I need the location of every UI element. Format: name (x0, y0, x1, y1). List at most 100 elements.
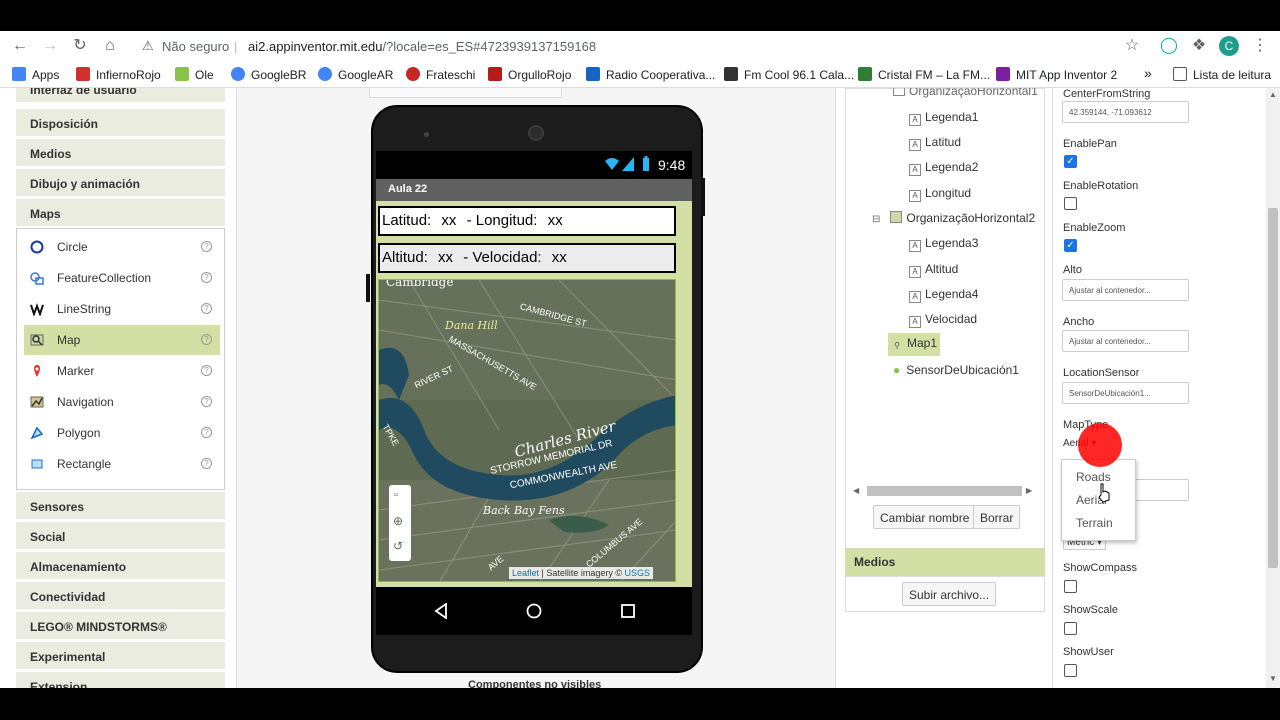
bookmark-mit-app-inventor[interactable]: MIT App Inventor 2 (996, 67, 1117, 82)
upload-file-button[interactable]: Subir archivo... (902, 582, 997, 606)
ancho-input[interactable]: Ajustar al contenedor... (1062, 330, 1189, 352)
component-marker[interactable]: Marker ? (24, 356, 220, 386)
scroll-down-icon[interactable]: ▼ (1269, 674, 1277, 683)
help-icon[interactable]: ? (201, 241, 212, 252)
scroll-up-icon[interactable]: ▲ (1269, 90, 1277, 99)
crosshair-icon[interactable]: ⊕ (393, 514, 403, 528)
help-icon[interactable]: ? (201, 427, 212, 438)
horizontal-arrangement-1[interactable]: Latitud: xx - Longitud: xx (378, 206, 676, 236)
category-maps[interactable]: Maps (16, 198, 225, 226)
help-icon[interactable]: ? (201, 334, 212, 345)
forward-arrow-icon[interactable]: → (40, 36, 60, 56)
profile-avatar[interactable]: C (1219, 36, 1239, 56)
lock-icon[interactable]: ▫ (394, 489, 398, 501)
menu-dots-icon[interactable]: ⋮ (1250, 36, 1270, 56)
bookmark-ole[interactable]: Ole (175, 67, 214, 82)
scroll-left-icon[interactable]: ◀ (853, 486, 859, 495)
bookmark-cristal-fm[interactable]: Cristal FM – La FM... (858, 67, 990, 82)
page-scrollbar[interactable]: ▲ ▼ (1266, 88, 1280, 688)
category-social[interactable]: Social (16, 521, 225, 549)
satellite-map-image (379, 280, 675, 581)
tree-legenda1[interactable]: A Legenda1 (909, 110, 978, 126)
usgs-link[interactable]: USGS (625, 568, 651, 578)
bookmark-frateschi[interactable]: Frateschi (406, 67, 475, 82)
bookmark-fm-cool[interactable]: Fm Cool 96.1 Cala... (724, 67, 854, 82)
delete-button[interactable]: Borrar (973, 505, 1021, 529)
category-conectividad[interactable]: Conectividad (16, 581, 225, 609)
bookmark-star-icon[interactable]: ☆ (1122, 36, 1142, 56)
enable-zoom-checkbox[interactable]: ✓ (1064, 239, 1077, 252)
bookmark-googlebr[interactable]: GoogleBR (231, 67, 306, 82)
shield-extension-icon[interactable]: ◯ (1159, 36, 1179, 56)
back-arrow-icon[interactable]: ← (10, 36, 30, 56)
option-terrain[interactable]: Terrain (1076, 516, 1113, 530)
bookmark-orgullorojo[interactable]: OrgulloRojo (488, 67, 571, 82)
address-bar[interactable]: ⚠ Não seguro | ai2.appinventor.mit.edu/?… (138, 36, 1148, 58)
tree-altitud[interactable]: A Altitud (909, 262, 958, 278)
bookmark-apps[interactable]: Apps (12, 67, 59, 82)
tree-map1[interactable]: ⚲ Map1 (888, 333, 941, 356)
category-interfaz[interactable]: Interfaz de usuario (16, 88, 225, 102)
category-experimental[interactable]: Experimental (16, 641, 225, 669)
leaflet-link[interactable]: Leaflet (512, 568, 539, 578)
scroll-thumb[interactable] (1268, 208, 1278, 568)
component-navigation[interactable]: Navigation ? (24, 387, 220, 417)
component-linestring[interactable]: LineString ? (24, 294, 220, 324)
component-map[interactable]: Map ? (24, 325, 220, 355)
help-icon[interactable]: ? (201, 365, 212, 376)
option-roads[interactable]: Roads (1076, 470, 1111, 484)
home-icon[interactable]: ⌂ (100, 36, 120, 56)
bookmark-googlear[interactable]: GoogleAR (318, 67, 393, 82)
bookmark-infiernorojo[interactable]: InfiernoRojo (76, 67, 161, 82)
reset-rotation-icon[interactable]: ↺ (393, 539, 403, 553)
center-from-string-input[interactable]: 42.359144, -71.093612 (1062, 101, 1189, 123)
reading-list[interactable]: Lista de leitura (1173, 67, 1271, 82)
help-icon[interactable]: ? (201, 272, 212, 283)
component-rectangle[interactable]: Rectangle ? (24, 449, 220, 479)
scroll-right-icon[interactable]: ▶ (1026, 486, 1032, 495)
tree-sensor[interactable]: ● SensorDeUbicación1 (893, 363, 1019, 377)
alto-input[interactable]: Ajustar al contenedor... (1062, 279, 1189, 301)
category-lego[interactable]: LEGO® MINDSTORMS® (16, 611, 225, 639)
map-component[interactable]: Cambridge Dana Hill CAMBRIDGE ST MASSACH… (378, 279, 676, 582)
bookmarks-overflow[interactable]: » (1144, 65, 1152, 81)
category-extension[interactable]: Extension (16, 671, 225, 688)
extensions-puzzle-icon[interactable]: ❖ (1189, 36, 1209, 56)
category-disposicion[interactable]: Disposición (16, 108, 225, 136)
horizontal-arrangement-2[interactable]: Altitud: xx - Velocidad: xx (378, 243, 676, 273)
home-circle-icon[interactable] (526, 603, 542, 619)
tree-legenda3[interactable]: A Legenda3 (909, 236, 978, 252)
help-icon[interactable]: ? (201, 303, 212, 314)
recents-square-icon[interactable] (620, 603, 636, 619)
show-scale-checkbox[interactable] (1064, 622, 1077, 635)
help-icon[interactable]: ? (201, 458, 212, 469)
tree-longitud[interactable]: A Longitud (909, 186, 971, 202)
show-user-checkbox[interactable] (1064, 664, 1077, 677)
location-sensor-input[interactable]: SensorDeUbicación1... (1062, 382, 1189, 404)
component-polygon[interactable]: Polygon ? (24, 418, 220, 448)
category-medios[interactable]: Medios (16, 138, 225, 166)
tree-org2[interactable]: ⊟ OrganizaçãoHorizontal2 (872, 211, 1035, 225)
tree-legenda4[interactable]: A Legenda4 (909, 287, 978, 303)
category-dibujo[interactable]: Dibujo y animación (16, 168, 225, 196)
scroll-thumb[interactable] (867, 486, 1022, 496)
back-triangle-icon[interactable] (434, 603, 448, 619)
tree-legenda2[interactable]: A Legenda2 (909, 160, 978, 176)
reload-icon[interactable]: ↻ (70, 36, 90, 56)
category-almacenamiento[interactable]: Almacenamiento (16, 551, 225, 579)
rename-button[interactable]: Cambiar nombre (873, 505, 977, 529)
tree-velocidad[interactable]: A Velocidad (909, 312, 977, 328)
help-icon[interactable]: ? (201, 396, 212, 407)
category-sensores[interactable]: Sensores (16, 491, 225, 519)
tree-org1[interactable]: OrganizaçãoHorizontal1 (893, 88, 1038, 98)
bookmark-radio-cooperativa[interactable]: Radio Cooperativa... (586, 67, 715, 82)
label-icon: A (909, 190, 921, 202)
show-compass-checkbox[interactable] (1064, 580, 1077, 593)
tree-horizontal-scrollbar[interactable]: ◀ ▶ (853, 486, 1033, 496)
component-featurecollection[interactable]: FeatureCollection ? (24, 263, 220, 293)
component-circle[interactable]: Circle ? (24, 232, 220, 262)
enable-rotation-checkbox[interactable] (1064, 197, 1077, 210)
collapse-icon[interactable]: ⊟ (872, 214, 880, 225)
enable-pan-checkbox[interactable]: ✓ (1064, 155, 1077, 168)
tree-latitud[interactable]: A Latitud (909, 135, 961, 151)
